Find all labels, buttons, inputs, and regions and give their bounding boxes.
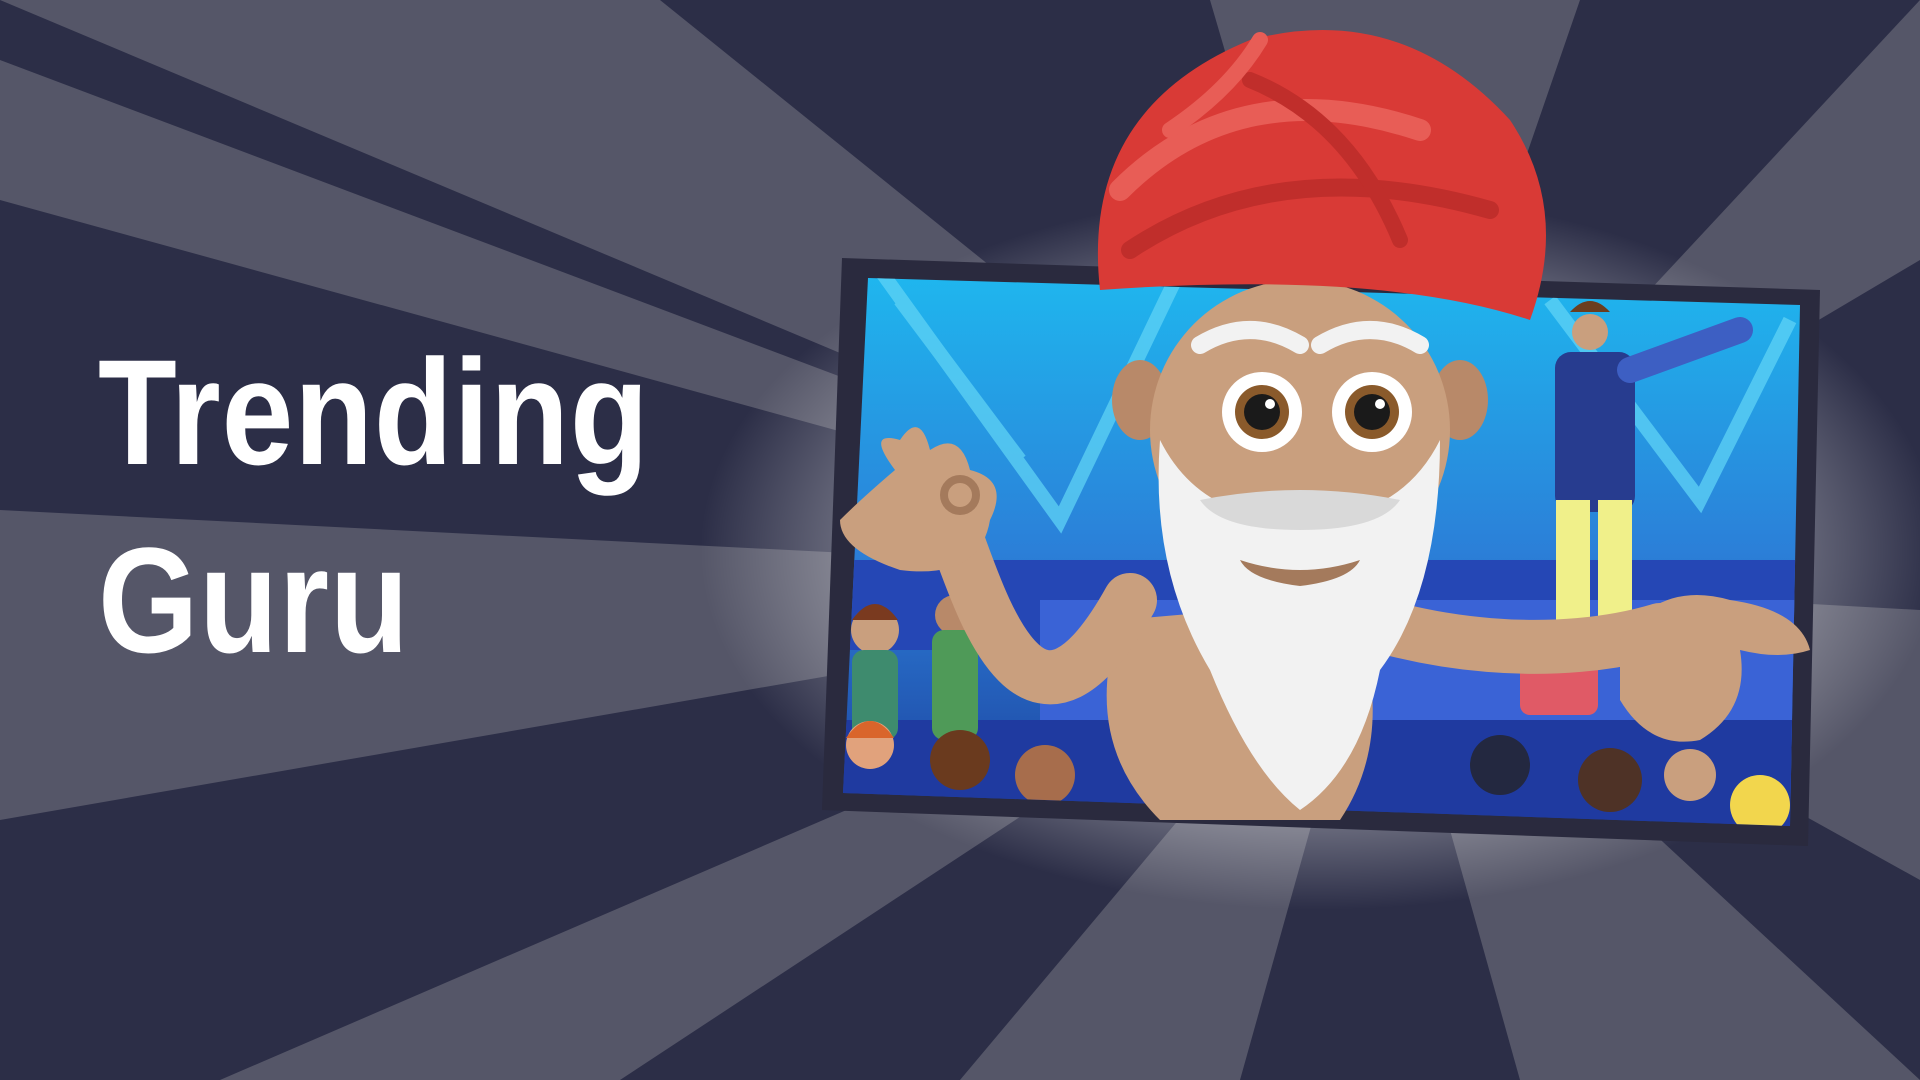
thumbnail-illustration (822, 30, 1820, 846)
turban (1097, 30, 1546, 320)
